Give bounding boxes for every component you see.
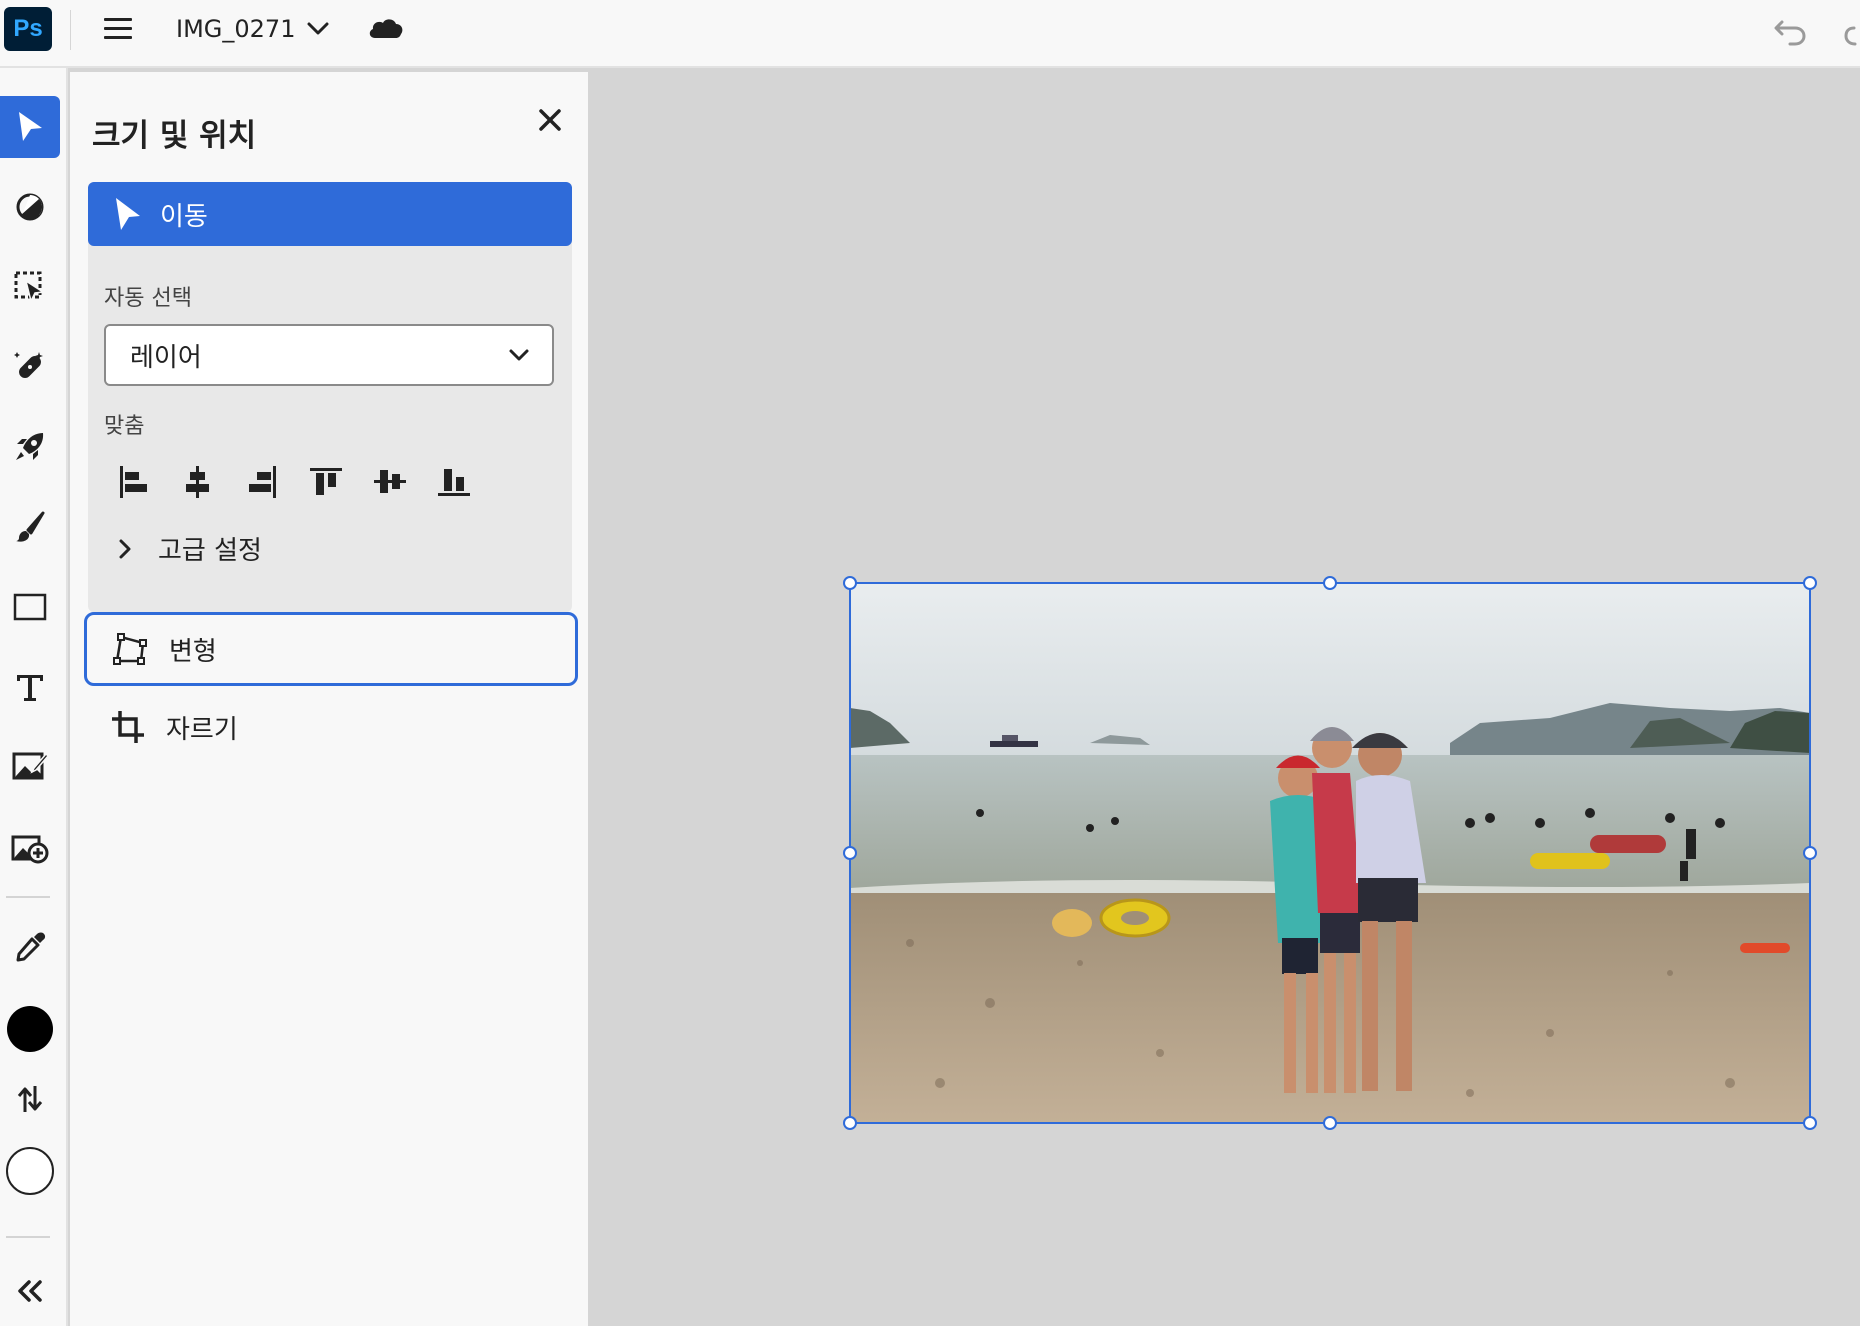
align-top-icon[interactable]: [304, 460, 348, 504]
resize-handle-right[interactable]: [1803, 846, 1817, 860]
arrow-cursor-icon: [19, 112, 42, 141]
shape-tool[interactable]: [0, 576, 60, 638]
selection-icon: [14, 271, 46, 304]
eyedropper-tool[interactable]: [0, 916, 60, 978]
toolbar-divider: [6, 896, 50, 898]
divider: [70, 10, 71, 50]
move-section: 이동 자동 선택 레이어 맞춤 고급 설정: [88, 182, 572, 612]
advanced-settings-label: 고급 설정: [158, 536, 262, 566]
brush-icon: [16, 511, 45, 542]
resize-handle-bottom-right[interactable]: [1803, 1116, 1817, 1130]
chevron-down-icon: [307, 22, 329, 35]
redo-icon[interactable]: [1842, 10, 1860, 50]
transform-label: 변형: [169, 636, 217, 667]
add-image-icon: [11, 835, 49, 864]
move-tool-option[interactable]: 이동: [88, 182, 572, 246]
heal-tool[interactable]: [0, 336, 60, 398]
double-chevron-left-icon: [18, 1280, 42, 1302]
top-bar: Ps IMG_0271: [0, 0, 1860, 68]
image-edit-icon: [12, 752, 48, 780]
transform-icon: [113, 633, 147, 665]
adjust-circle-icon: [16, 193, 44, 221]
brush-tool[interactable]: [0, 496, 60, 558]
cloud-icon[interactable]: [366, 12, 406, 44]
beach-photo[interactable]: [850, 583, 1810, 1123]
auto-select-value: 레이어: [130, 342, 202, 373]
resize-handle-top[interactable]: [1323, 576, 1337, 590]
auto-select-dropdown[interactable]: 레이어: [104, 324, 554, 386]
resize-handle-top-right[interactable]: [1803, 576, 1817, 590]
align-bottom-icon[interactable]: [432, 460, 476, 504]
align-right-icon[interactable]: [240, 460, 284, 504]
rectangle-icon: [13, 593, 47, 621]
align-label: 맞춤: [104, 414, 145, 439]
crop-label: 자르기: [166, 714, 238, 745]
chevron-right-icon: [119, 539, 131, 558]
advanced-settings-toggle[interactable]: 고급 설정: [118, 530, 262, 567]
quick-actions-tool[interactable]: [0, 416, 60, 478]
background-color: [6, 1147, 54, 1195]
select-tool[interactable]: [0, 256, 60, 318]
adjust-tool[interactable]: [0, 176, 60, 238]
rocket-icon: [16, 433, 44, 460]
resize-handle-bottom-left[interactable]: [843, 1116, 857, 1130]
crop-icon: [112, 711, 144, 743]
document-title: IMG_0271: [176, 15, 296, 43]
foreground-color: [7, 1006, 53, 1052]
collapse-toolbar-button[interactable]: [0, 1260, 60, 1322]
bandage-icon: [14, 352, 43, 378]
auto-select-label: 자동 선택: [104, 286, 192, 311]
add-image-tool[interactable]: [0, 816, 60, 878]
resize-handle-bottom[interactable]: [1323, 1116, 1337, 1130]
panel-title: 크기 및 위치: [92, 118, 257, 154]
align-horizontal-center-icon[interactable]: [176, 460, 220, 504]
properties-panel: 크기 및 위치 이동 자동 선택 레이어 맞춤 고급 설정 변형 자르기: [70, 72, 588, 1326]
move-tool[interactable]: [0, 96, 60, 158]
app-logo[interactable]: Ps: [4, 7, 52, 51]
move-label: 이동: [160, 201, 208, 232]
type-icon: [17, 675, 43, 701]
document-title-dropdown[interactable]: IMG_0271: [176, 12, 329, 46]
toolbar-divider: [6, 1236, 50, 1238]
background-color-swatch[interactable]: [0, 1140, 60, 1202]
undo-icon[interactable]: [1770, 10, 1810, 50]
resize-handle-top-left[interactable]: [843, 576, 857, 590]
align-left-icon[interactable]: [112, 460, 156, 504]
hamburger-menu-icon[interactable]: [104, 14, 134, 44]
transform-option[interactable]: 변형: [84, 612, 578, 686]
image-edit-tool[interactable]: [0, 736, 60, 798]
align-vertical-center-icon[interactable]: [368, 460, 412, 504]
chevron-down-icon: [509, 349, 529, 361]
eyedropper-icon: [16, 932, 46, 962]
foreground-color-swatch[interactable]: [0, 998, 60, 1060]
close-icon[interactable]: [532, 102, 568, 138]
crop-option[interactable]: 자르기: [84, 690, 578, 764]
swap-colors-button[interactable]: [0, 1068, 60, 1130]
type-tool[interactable]: [0, 656, 60, 718]
swap-arrows-icon: [17, 1086, 43, 1112]
resize-handle-left[interactable]: [843, 846, 857, 860]
arrow-cursor-icon: [116, 198, 140, 230]
tool-bar: [0, 68, 68, 1326]
